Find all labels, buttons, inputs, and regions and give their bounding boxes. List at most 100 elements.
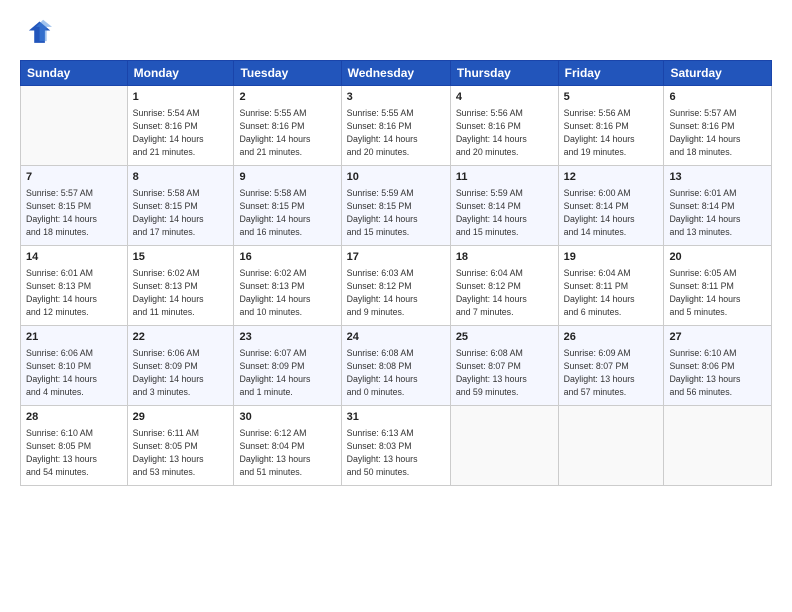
day-number: 21	[26, 330, 122, 345]
day-info: Sunrise: 6:13 AM Sunset: 8:03 PM Dayligh…	[347, 427, 445, 478]
day-info: Sunrise: 5:59 AM Sunset: 8:15 PM Dayligh…	[347, 187, 445, 238]
col-header-friday: Friday	[558, 61, 664, 86]
day-cell: 17Sunrise: 6:03 AM Sunset: 8:12 PM Dayli…	[341, 246, 450, 326]
day-number: 1	[133, 90, 229, 105]
day-number: 29	[133, 410, 229, 425]
day-cell: 4 Sunrise: 5:56 AM Sunset: 8:16 PM Daylig…	[450, 86, 558, 166]
day-number: 31	[347, 410, 445, 425]
day-cell: 26 Sunrise: 6:09 AM Sunset: 8:07 PM Dayli…	[558, 326, 664, 406]
day-cell: 11 Sunrise: 5:59 AM Sunset: 8:14 PM Dayli…	[450, 166, 558, 246]
header	[20, 18, 772, 50]
day-info: Sunrise: 6:04 AM Sunset: 8:12 PM Dayligh…	[456, 267, 553, 318]
day-number: 10	[347, 170, 445, 185]
col-header-sunday: Sunday	[21, 61, 128, 86]
week-row-1: 7 Sunrise: 5:57 AM Sunset: 8:15 PM Daylig…	[21, 166, 772, 246]
day-info: Sunrise: 6:04 AM Sunset: 8:11 PM Dayligh…	[564, 267, 659, 318]
day-number: 17	[347, 250, 445, 265]
day-number: 4	[456, 90, 553, 105]
day-cell: 2Sunrise: 5:55 AM Sunset: 8:16 PM Daylig…	[234, 86, 341, 166]
day-cell: 29 Sunrise: 6:11 AM Sunset: 8:05 PM Dayli…	[127, 406, 234, 486]
day-number: 8	[133, 170, 229, 185]
day-number: 16	[239, 250, 335, 265]
day-number: 19	[564, 250, 659, 265]
day-number: 22	[133, 330, 229, 345]
day-cell: 12 Sunrise: 6:00 AM Sunset: 8:14 PM Dayli…	[558, 166, 664, 246]
day-info: Sunrise: 6:09 AM Sunset: 8:07 PM Dayligh…	[564, 347, 659, 398]
day-cell: 25 Sunrise: 6:08 AM Sunset: 8:07 PM Dayli…	[450, 326, 558, 406]
page: SundayMondayTuesdayWednesdayThursdayFrid…	[0, 0, 792, 612]
day-number: 20	[669, 250, 766, 265]
day-info: Sunrise: 5:57 AM Sunset: 8:15 PM Dayligh…	[26, 187, 122, 238]
week-row-0: 1Sunrise: 5:54 AM Sunset: 8:16 PM Daylig…	[21, 86, 772, 166]
col-header-wednesday: Wednesday	[341, 61, 450, 86]
day-cell: 13Sunrise: 6:01 AM Sunset: 8:14 PM Dayli…	[664, 166, 772, 246]
day-info: Sunrise: 5:57 AM Sunset: 8:16 PM Dayligh…	[669, 107, 766, 158]
day-info: Sunrise: 6:10 AM Sunset: 8:05 PM Dayligh…	[26, 427, 122, 478]
day-info: Sunrise: 6:01 AM Sunset: 8:13 PM Dayligh…	[26, 267, 122, 318]
day-number: 25	[456, 330, 553, 345]
day-cell: 16 Sunrise: 6:02 AM Sunset: 8:13 PM Dayli…	[234, 246, 341, 326]
day-info: Sunrise: 6:02 AM Sunset: 8:13 PM Dayligh…	[239, 267, 335, 318]
day-number: 11	[456, 170, 553, 185]
day-info: Sunrise: 5:59 AM Sunset: 8:14 PM Dayligh…	[456, 187, 553, 238]
day-number: 12	[564, 170, 659, 185]
day-info: Sunrise: 5:55 AM Sunset: 8:16 PM Dayligh…	[347, 107, 445, 158]
day-number: 18	[456, 250, 553, 265]
day-number: 13	[669, 170, 766, 185]
day-cell: 6 Sunrise: 5:57 AM Sunset: 8:16 PM Daylig…	[664, 86, 772, 166]
day-number: 2	[239, 90, 335, 105]
day-info: Sunrise: 5:56 AM Sunset: 8:16 PM Dayligh…	[564, 107, 659, 158]
day-cell: 15 Sunrise: 6:02 AM Sunset: 8:13 PM Dayli…	[127, 246, 234, 326]
day-cell: 7 Sunrise: 5:57 AM Sunset: 8:15 PM Daylig…	[21, 166, 128, 246]
day-cell: 28 Sunrise: 6:10 AM Sunset: 8:05 PM Dayli…	[21, 406, 128, 486]
day-number: 9	[239, 170, 335, 185]
day-info: Sunrise: 5:58 AM Sunset: 8:15 PM Dayligh…	[133, 187, 229, 238]
week-row-4: 28 Sunrise: 6:10 AM Sunset: 8:05 PM Dayli…	[21, 406, 772, 486]
day-info: Sunrise: 6:00 AM Sunset: 8:14 PM Dayligh…	[564, 187, 659, 238]
week-row-2: 14Sunrise: 6:01 AM Sunset: 8:13 PM Dayli…	[21, 246, 772, 326]
day-cell: 5 Sunrise: 5:56 AM Sunset: 8:16 PM Daylig…	[558, 86, 664, 166]
day-cell: 19 Sunrise: 6:04 AM Sunset: 8:11 PM Dayli…	[558, 246, 664, 326]
day-cell: 10 Sunrise: 5:59 AM Sunset: 8:15 PM Dayli…	[341, 166, 450, 246]
col-header-thursday: Thursday	[450, 61, 558, 86]
calendar-table: SundayMondayTuesdayWednesdayThursdayFrid…	[20, 60, 772, 486]
day-cell	[450, 406, 558, 486]
day-info: Sunrise: 6:07 AM Sunset: 8:09 PM Dayligh…	[239, 347, 335, 398]
col-header-monday: Monday	[127, 61, 234, 86]
day-info: Sunrise: 6:06 AM Sunset: 8:10 PM Dayligh…	[26, 347, 122, 398]
day-number: 30	[239, 410, 335, 425]
logo-icon	[20, 18, 52, 50]
week-row-3: 21 Sunrise: 6:06 AM Sunset: 8:10 PM Dayli…	[21, 326, 772, 406]
header-row: SundayMondayTuesdayWednesdayThursdayFrid…	[21, 61, 772, 86]
day-cell: 21 Sunrise: 6:06 AM Sunset: 8:10 PM Dayli…	[21, 326, 128, 406]
day-cell: 24Sunrise: 6:08 AM Sunset: 8:08 PM Dayli…	[341, 326, 450, 406]
day-info: Sunrise: 6:02 AM Sunset: 8:13 PM Dayligh…	[133, 267, 229, 318]
day-cell: 20Sunrise: 6:05 AM Sunset: 8:11 PM Dayli…	[664, 246, 772, 326]
day-info: Sunrise: 6:10 AM Sunset: 8:06 PM Dayligh…	[669, 347, 766, 398]
day-info: Sunrise: 6:11 AM Sunset: 8:05 PM Dayligh…	[133, 427, 229, 478]
col-header-saturday: Saturday	[664, 61, 772, 86]
day-cell: 22 Sunrise: 6:06 AM Sunset: 8:09 PM Dayli…	[127, 326, 234, 406]
day-number: 26	[564, 330, 659, 345]
day-info: Sunrise: 6:08 AM Sunset: 8:08 PM Dayligh…	[347, 347, 445, 398]
day-number: 15	[133, 250, 229, 265]
col-header-tuesday: Tuesday	[234, 61, 341, 86]
day-info: Sunrise: 5:56 AM Sunset: 8:16 PM Dayligh…	[456, 107, 553, 158]
day-cell: 23 Sunrise: 6:07 AM Sunset: 8:09 PM Dayli…	[234, 326, 341, 406]
day-cell: 1Sunrise: 5:54 AM Sunset: 8:16 PM Daylig…	[127, 86, 234, 166]
day-number: 5	[564, 90, 659, 105]
day-cell: 3Sunrise: 5:55 AM Sunset: 8:16 PM Daylig…	[341, 86, 450, 166]
day-info: Sunrise: 6:08 AM Sunset: 8:07 PM Dayligh…	[456, 347, 553, 398]
day-cell: 31 Sunrise: 6:13 AM Sunset: 8:03 PM Dayli…	[341, 406, 450, 486]
day-info: Sunrise: 6:06 AM Sunset: 8:09 PM Dayligh…	[133, 347, 229, 398]
day-cell: 14Sunrise: 6:01 AM Sunset: 8:13 PM Dayli…	[21, 246, 128, 326]
day-info: Sunrise: 5:58 AM Sunset: 8:15 PM Dayligh…	[239, 187, 335, 238]
day-number: 6	[669, 90, 766, 105]
day-cell: 8 Sunrise: 5:58 AM Sunset: 8:15 PM Daylig…	[127, 166, 234, 246]
logo	[20, 18, 56, 50]
day-cell	[558, 406, 664, 486]
day-number: 7	[26, 170, 122, 185]
day-cell	[664, 406, 772, 486]
day-number: 23	[239, 330, 335, 345]
day-number: 28	[26, 410, 122, 425]
